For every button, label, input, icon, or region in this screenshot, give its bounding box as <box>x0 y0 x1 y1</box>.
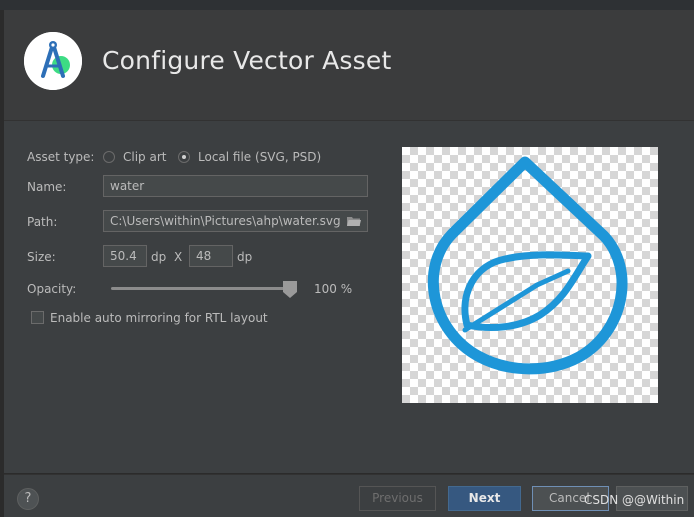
android-studio-logo-icon <box>24 32 82 90</box>
dialog-header: Configure Vector Asset <box>4 10 694 121</box>
height-input[interactable]: 48 <box>189 245 233 267</box>
local-file-radio-label[interactable]: Local file (SVG, PSD) <box>198 150 321 164</box>
dialog-title: Configure Vector Asset <box>102 46 392 75</box>
path-label: Path: <box>27 215 58 229</box>
width-unit: dp <box>151 250 167 264</box>
clip-art-radio-label[interactable]: Clip art <box>123 150 166 164</box>
path-input[interactable]: C:\Users\within\Pictures\ahp\water.svg <box>103 210 368 232</box>
next-button[interactable]: Next <box>448 486 521 511</box>
asset-type-label: Asset type: <box>27 150 95 164</box>
name-label: Name: <box>27 180 67 194</box>
path-value: C:\Users\within\Pictures\ahp\water.svg <box>110 214 341 228</box>
previous-button[interactable]: Previous <box>359 486 436 511</box>
watermark: CSDN @@Within <box>584 493 685 507</box>
size-separator: X <box>174 250 183 264</box>
local-file-radio[interactable] <box>178 151 190 163</box>
water-drop-leaf-icon <box>427 156 628 375</box>
opacity-label: Opacity: <box>27 282 77 296</box>
opacity-value: 100 % <box>314 282 353 296</box>
height-unit: dp <box>237 250 253 264</box>
name-input[interactable]: water <box>103 175 368 197</box>
help-button[interactable]: ? <box>17 488 39 510</box>
clip-art-radio[interactable] <box>103 151 115 163</box>
opacity-slider-thumb[interactable] <box>283 281 297 303</box>
auto-mirror-label[interactable]: Enable auto mirroring for RTL layout <box>50 311 268 325</box>
asset-preview <box>402 147 658 403</box>
size-label: Size: <box>27 250 56 264</box>
opacity-slider-track[interactable] <box>111 287 295 290</box>
auto-mirror-checkbox[interactable] <box>31 311 44 324</box>
window-top-strip <box>0 0 694 10</box>
width-input[interactable]: 50.4 <box>103 245 147 267</box>
folder-icon[interactable] <box>346 215 362 230</box>
